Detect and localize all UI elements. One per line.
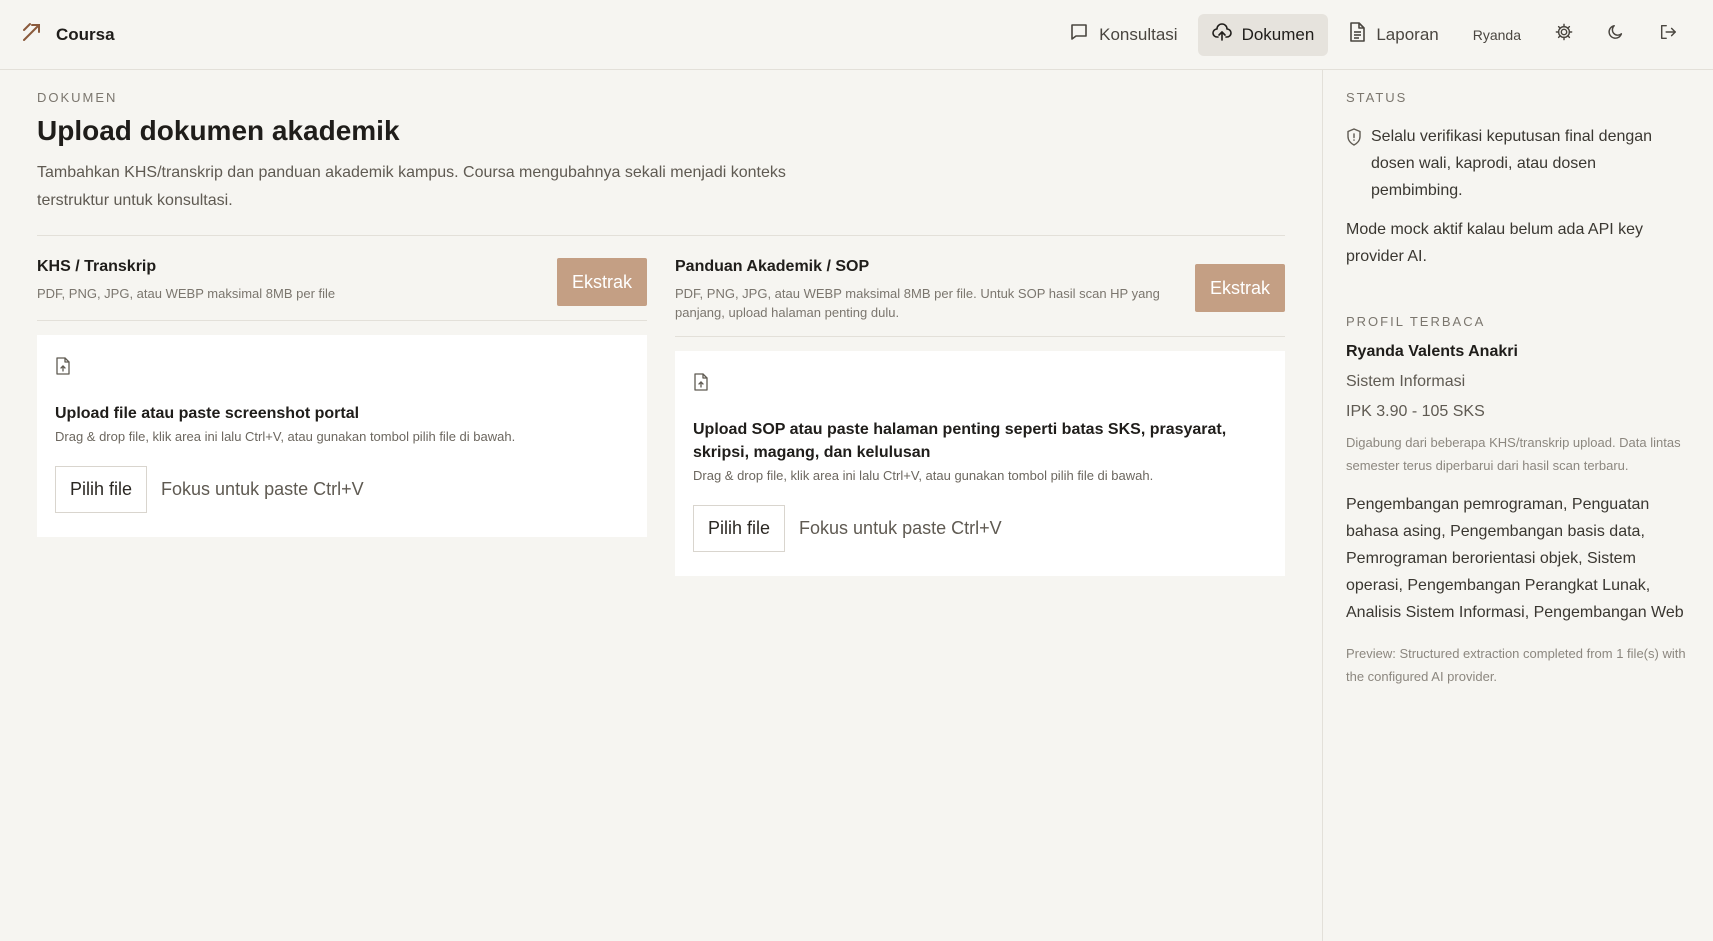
upload-columns: KHS / Transkrip PDF, PNG, JPG, atau WEBP… — [37, 258, 1285, 576]
moon-icon — [1607, 23, 1625, 46]
profile-name: Ryanda Valents Anakri — [1346, 343, 1518, 360]
khs-drop-title: Upload file atau paste screenshot portal — [55, 405, 360, 422]
nav-konsultasi-label: Konsultasi — [1099, 24, 1178, 44]
sop-drop-subtitle: Drag & drop file, klik area ini lalu Ctr… — [693, 468, 1154, 483]
sop-drop-actions: Pilih file Fokus untuk paste Ctrl+V — [693, 505, 1267, 552]
logout-icon — [1659, 23, 1677, 46]
shield-icon — [1346, 123, 1362, 204]
khs-subtitle: PDF, PNG, JPG, atau WEBP maksimal 8MB pe… — [37, 286, 336, 301]
sop-dropzone[interactable]: Upload SOP atau paste halaman penting se… — [675, 351, 1285, 576]
sop-subtitle: PDF, PNG, JPG, atau WEBP maksimal 8MB pe… — [675, 286, 1160, 320]
logo-icon — [22, 22, 42, 47]
profile-label: PROFIL TERBACA — [1346, 314, 1486, 329]
profile-interests: Pengembangan pemrograman, Penguatan baha… — [1346, 496, 1684, 621]
cloud-upload-icon — [1211, 22, 1232, 47]
file-upload-icon — [693, 373, 709, 395]
page-eyebrow: DOKUMEN — [37, 90, 118, 105]
theme-toggle-button[interactable] — [1593, 14, 1639, 56]
status-label: STATUS — [1346, 90, 1408, 105]
main-nav: Konsultasi Dokumen Laporan Ryanda — [1055, 13, 1691, 56]
sop-extract-button[interactable]: Ekstrak — [1194, 264, 1285, 312]
top-bar: Coursa Konsultasi Dokumen Laporan Ryanda — [0, 0, 1713, 70]
sop-paste-hint[interactable]: Fokus untuk paste Ctrl+V — [799, 518, 1002, 539]
khs-section: KHS / Transkrip PDF, PNG, JPG, atau WEBP… — [37, 258, 647, 576]
sop-drop-title: Upload SOP atau paste halaman penting se… — [693, 421, 1227, 461]
divider — [37, 235, 1285, 236]
page-layout: DOKUMEN Upload dokumen akademik Tambahka… — [0, 70, 1713, 941]
khs-paste-hint[interactable]: Fokus untuk paste Ctrl+V — [161, 479, 364, 500]
khs-extract-button[interactable]: Ekstrak — [556, 258, 647, 306]
nav-dokumen[interactable]: Dokumen — [1197, 13, 1329, 56]
chat-icon — [1069, 22, 1089, 47]
page-title: Upload dokumen akademik — [37, 115, 400, 146]
settings-button[interactable] — [1541, 14, 1587, 56]
main-content: DOKUMEN Upload dokumen akademik Tambahka… — [0, 70, 1323, 941]
brand[interactable]: Coursa — [22, 22, 115, 47]
profile-gpa: IPK 3.90 - 105 SKS — [1346, 403, 1485, 420]
document-icon — [1348, 22, 1366, 47]
khs-title: KHS / Transkrip — [37, 258, 157, 275]
profile-program: Sistem Informasi — [1346, 373, 1466, 390]
page-description: Tambahkan KHS/transkrip dan panduan akad… — [37, 164, 786, 209]
sop-header: Panduan Akademik / SOP PDF, PNG, JPG, at… — [675, 258, 1285, 337]
khs-dropzone[interactable]: Upload file atau paste screenshot portal… — [37, 335, 647, 537]
nav-konsultasi[interactable]: Konsultasi — [1055, 14, 1191, 56]
nav-dokumen-label: Dokumen — [1241, 24, 1315, 44]
sop-title: Panduan Akademik / SOP — [675, 258, 870, 275]
nav-laporan-label: Laporan — [1376, 24, 1439, 44]
logout-button[interactable] — [1645, 14, 1691, 56]
status-sidebar: STATUS Selalu verifikasi keputusan final… — [1323, 70, 1713, 941]
khs-pick-file-button[interactable]: Pilih file — [55, 466, 148, 513]
user-name[interactable]: Ryanda — [1459, 27, 1535, 43]
khs-header: KHS / Transkrip PDF, PNG, JPG, atau WEBP… — [37, 258, 647, 321]
extraction-preview: Preview: Structured extraction completed… — [1346, 646, 1686, 684]
status-notice: Selalu verifikasi keputusan final dengan… — [1346, 123, 1689, 204]
khs-drop-subtitle: Drag & drop file, klik area ini lalu Ctr… — [55, 429, 516, 444]
mock-mode-text: Mode mock aktif kalau belum ada API key … — [1346, 221, 1644, 265]
sop-pick-file-button[interactable]: Pilih file — [693, 505, 786, 552]
nav-laporan[interactable]: Laporan — [1334, 14, 1452, 56]
file-upload-icon — [55, 357, 71, 379]
profile-note: Digabung dari beberapa KHS/transkrip upl… — [1346, 435, 1681, 473]
khs-drop-actions: Pilih file Fokus untuk paste Ctrl+V — [55, 466, 629, 513]
sop-section: Panduan Akademik / SOP PDF, PNG, JPG, at… — [675, 258, 1285, 576]
brand-name: Coursa — [56, 24, 115, 44]
status-text: Selalu verifikasi keputusan final dengan… — [1371, 128, 1653, 199]
gear-icon — [1555, 23, 1573, 46]
